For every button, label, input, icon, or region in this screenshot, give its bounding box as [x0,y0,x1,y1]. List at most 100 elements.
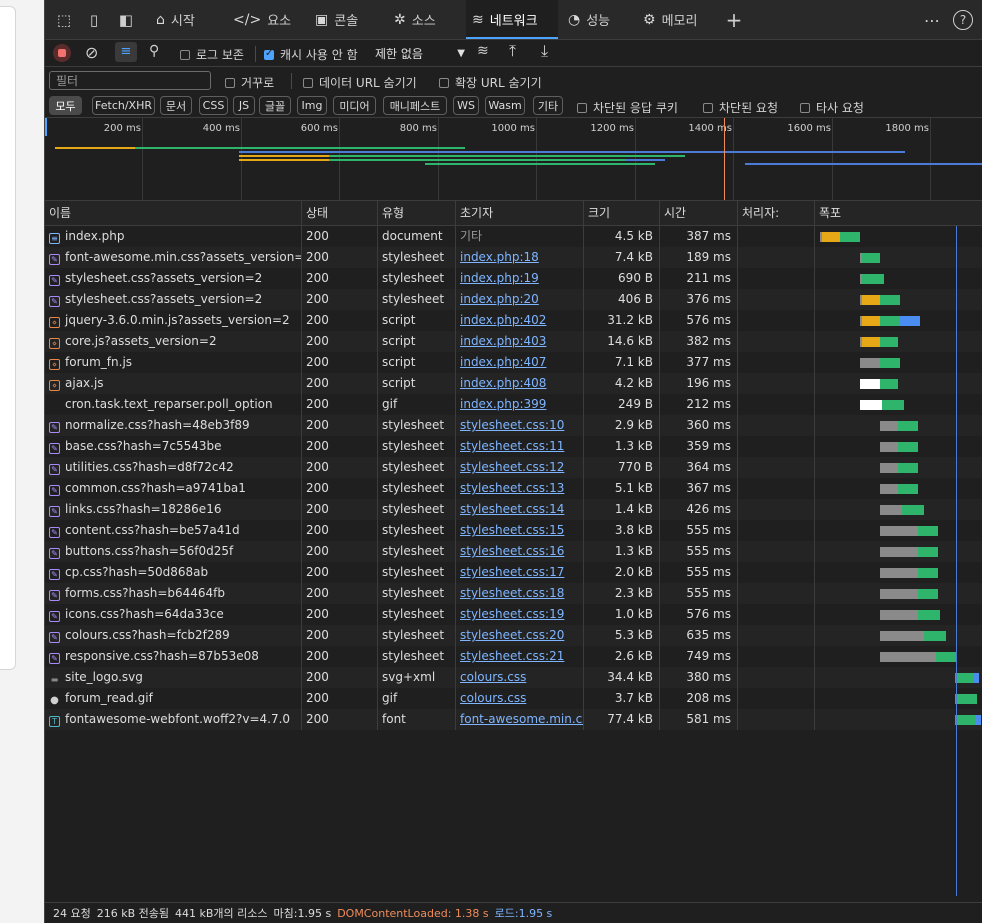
table-row[interactable]: ✎ forms.css?hash=b64464fb 200 stylesheet sty… [45,583,982,604]
table-row[interactable]: ⋄ ajax.js 200 script index.php:408 4.2 kB 196 … [45,373,982,394]
table-row[interactable]: Tfontawesome-webfont.woff2?v=4.7.0 200 fon… [45,709,982,730]
column-header-name[interactable]: 이름 [45,201,302,226]
blocked-response-cookies-checkbox[interactable]: 차단된 응답 쿠키 [577,99,678,116]
device-emulation-icon[interactable]: ▯ [83,9,105,31]
tab-sources[interactable]: ✲ 소스 [388,0,460,39]
initiator-link[interactable]: stylesheet.css:14 [460,502,564,516]
overview-handle[interactable] [45,118,47,136]
tab-welcome[interactable]: ⌂ 시작 [150,0,222,39]
checkbox-box[interactable] [439,77,449,88]
table-row[interactable]: ✎ common.css?hash=a9741ba1 200 stylesheet st… [45,478,982,499]
preserve-log-checkbox[interactable]: 로그 보존 [180,46,244,63]
type-filter-fetch-xhr[interactable]: Fetch/XHR [92,96,155,115]
initiator-cell[interactable]: index.php:408 [456,373,584,394]
checkbox-box[interactable] [577,102,587,113]
initiator-link[interactable]: index.php:19 [460,271,539,285]
initiator-link[interactable]: stylesheet.css:15 [460,523,564,537]
initiator-cell[interactable]: stylesheet.css:15 [456,520,584,541]
initiator-link[interactable]: stylesheet.css:21 [460,649,564,663]
table-row[interactable]: ✎ responsive.css?hash=87b53e08 200 styleshe… [45,646,982,667]
table-row[interactable]: ⋄ forum_fn.js 200 script index.php:407 7.1 kB… [45,352,982,373]
throttle-select[interactable]: 제한 없음 ▼ [375,43,465,63]
initiator-cell[interactable]: index.php:18 [456,247,584,268]
column-header-waterfall[interactable]: 폭포 [815,201,982,226]
network-conditions-icon[interactable]: ≋ [477,43,489,59]
initiator-cell[interactable]: colours.css [456,667,584,688]
initiator-cell[interactable]: index.php:403 [456,331,584,352]
tab-memory[interactable]: ⚙ 메모리 [637,0,707,39]
initiator-link[interactable]: index.php:20 [460,292,539,306]
checkbox-box[interactable] [303,77,313,88]
initiator-cell[interactable]: colours.css [456,688,584,709]
initiator-link[interactable]: font-awesome.min.css [460,712,583,726]
more-options-icon[interactable]: ⋯ [921,9,943,31]
initiator-link[interactable]: index.php:399 [460,397,546,411]
initiator-cell[interactable]: stylesheet.css:13 [456,478,584,499]
disable-cache-checkbox[interactable]: 캐시 사용 안 함 [264,46,358,63]
checkbox-box[interactable] [264,48,274,60]
table-row[interactable]: ✎ stylesheet.css?assets_version=2 200 style… [45,268,982,289]
initiator-cell[interactable]: stylesheet.css:18 [456,583,584,604]
table-row[interactable]: ✎ colours.css?hash=fcb2f289 200 stylesheet s… [45,625,982,646]
tab-network[interactable]: ≋ 네트워크 [466,0,558,39]
initiator-link[interactable]: stylesheet.css:18 [460,586,564,600]
initiator-cell[interactable]: stylesheet.css:14 [456,499,584,520]
initiator-link[interactable]: index.php:402 [460,313,546,327]
table-row[interactable]: ✎ icons.css?hash=64da33ce 200 stylesheet sty… [45,604,982,625]
table-row[interactable]: ▬ site_logo.svg 200 svg+xml colours.css 34.4 … [45,667,982,688]
blocked-requests-checkbox[interactable]: 차단된 요청 [703,99,778,116]
initiator-link[interactable]: stylesheet.css:17 [460,565,564,579]
initiator-cell[interactable]: index.php:399 [456,394,584,415]
initiator-link[interactable]: stylesheet.css:20 [460,628,564,642]
type-filter-manifest[interactable]: 매니페스트 [383,96,447,115]
type-filter-doc[interactable]: 문서 [160,96,192,115]
initiator-link[interactable]: stylesheet.css:19 [460,607,564,621]
table-row[interactable]: ⋄ jquery-3.6.0.min.js?assets_version=2 200… [45,310,982,331]
initiator-link[interactable]: stylesheet.css:13 [460,481,564,495]
initiator-cell[interactable]: stylesheet.css:10 [456,415,584,436]
initiator-link[interactable]: index.php:407 [460,355,546,369]
clear-icon[interactable]: ⊘ [85,43,98,62]
add-tab-icon[interactable]: + [723,8,745,32]
table-row[interactable]: ● forum_read.gif 200 gif colours.css 3.7 kB 20… [45,688,982,709]
hide-extension-urls-checkbox[interactable]: 확장 URL 숨기기 [439,74,542,91]
table-row[interactable]: ✎ base.css?hash=7c5543be 200 stylesheet styl… [45,436,982,457]
initiator-link[interactable]: colours.css [460,670,526,684]
table-row[interactable]: ✎ font-awesome.min.css?assets_version=2 20… [45,247,982,268]
type-filter-ws[interactable]: WS [453,96,479,115]
column-header-size[interactable]: 크기 [584,201,660,226]
table-row[interactable]: ✎ utilities.css?hash=d8f72c42 200 styleshee… [45,457,982,478]
type-filter-media[interactable]: 미디어 [333,96,376,115]
initiator-cell[interactable]: stylesheet.css:20 [456,625,584,646]
initiator-link[interactable]: index.php:403 [460,334,546,348]
filter-input[interactable] [49,71,211,90]
checkbox-box[interactable] [180,49,190,60]
help-icon[interactable]: ? [953,10,973,30]
overview-timeline[interactable]: 200 ms 400 ms 600 ms 800 ms 1000 ms 1200… [45,118,982,200]
type-filter-all[interactable]: 모두 [49,96,82,115]
table-row[interactable]: ✎ normalize.css?hash=48eb3f89 200 styleshee… [45,415,982,436]
type-filter-img[interactable]: Img [297,96,327,115]
table-row[interactable]: ✎ cp.css?hash=50d868ab 200 stylesheet styles… [45,562,982,583]
search-icon[interactable]: ⚲ [149,43,159,59]
column-header-fulfilled-by[interactable]: 처리자: [738,201,815,226]
inspect-element-icon[interactable]: ⬚ [53,9,75,31]
initiator-link[interactable]: stylesheet.css:12 [460,460,564,474]
column-header-status[interactable]: 상태 [302,201,378,226]
dock-side-icon[interactable]: ◧ [115,9,137,31]
hide-data-urls-checkbox[interactable]: 데이터 URL 숨기기 [303,74,417,91]
tab-elements[interactable]: </> 요소 [227,0,301,39]
initiator-cell[interactable]: 기타 [456,226,584,247]
table-row[interactable]: ≡ index.php 200 document 기타 4.5 kB 387 ms [45,226,982,247]
type-filter-wasm[interactable]: Wasm [485,96,525,115]
initiator-cell[interactable]: index.php:19 [456,268,584,289]
initiator-cell[interactable]: index.php:402 [456,310,584,331]
initiator-cell[interactable]: stylesheet.css:12 [456,457,584,478]
table-row[interactable]: ✎ buttons.css?hash=56f0d25f 200 stylesheet s… [45,541,982,562]
type-filter-js[interactable]: JS [233,96,255,115]
initiator-cell[interactable]: font-awesome.min.css [456,709,584,730]
table-row[interactable]: ✎ stylesheet.css?assets_version=2 200 style… [45,289,982,310]
invert-checkbox[interactable]: 거꾸로 [225,74,274,91]
initiator-cell[interactable]: index.php:20 [456,289,584,310]
filter-toggle-icon[interactable]: ≡ [115,42,137,62]
